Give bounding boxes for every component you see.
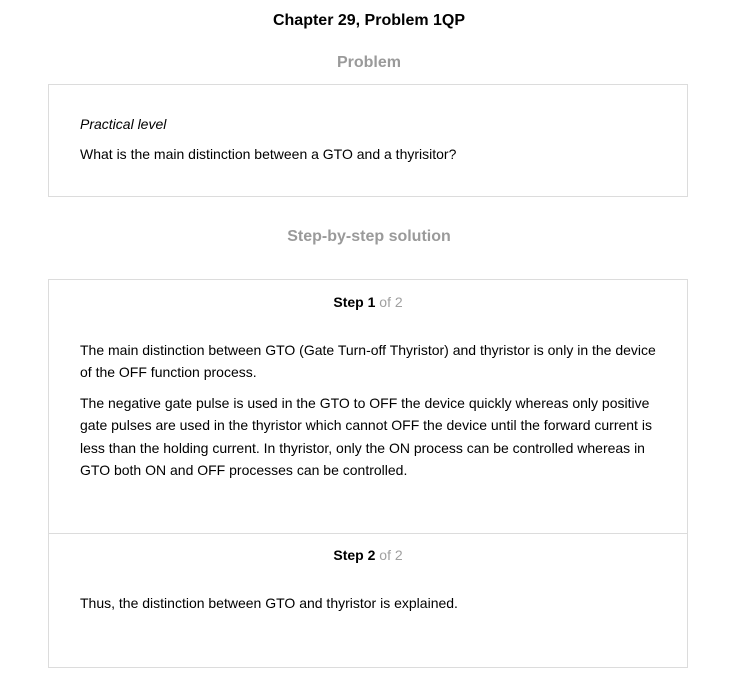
step-2-paragraph-1: Thus, the distinction between GTO and th… bbox=[80, 595, 458, 611]
step-1-paragraph-2: The negative gate pulse is used in the G… bbox=[80, 394, 652, 479]
problem-heading: Problem bbox=[336, 54, 401, 71]
problem-box: Practical level What is the main distinc… bbox=[48, 84, 688, 197]
step-2-header: Step 2 of 2 bbox=[49, 546, 687, 564]
step-2: Step 2 of 2 Thus, the distinction betwee… bbox=[49, 533, 687, 668]
step-2-body: Thus, the distinction between GTO and th… bbox=[80, 592, 665, 622]
solution-heading: Step-by-step solution bbox=[287, 228, 451, 245]
step-2-of-total: of 2 bbox=[379, 547, 403, 563]
step-2-number: 2 bbox=[367, 547, 376, 563]
step-1-label: Step bbox=[333, 294, 364, 310]
step-2-label: Step bbox=[333, 547, 364, 563]
problem-level: Practical level bbox=[80, 116, 167, 132]
problem-question: What is the main distinction between a G… bbox=[80, 146, 457, 162]
step-1: Step 1 of 2 The main distinction between… bbox=[49, 280, 687, 533]
page-title: Chapter 29, Problem 1QP bbox=[272, 12, 466, 29]
step-1-body: The main distinction between GTO (Gate T… bbox=[80, 339, 665, 489]
step-1-header: Step 1 of 2 bbox=[49, 293, 687, 311]
step-1-of-total: of 2 bbox=[379, 294, 403, 310]
step-1-paragraph-1: The main distinction between GTO (Gate T… bbox=[80, 342, 656, 381]
step-1-number: 1 bbox=[367, 294, 376, 310]
solution-box: Step 1 of 2 The main distinction between… bbox=[48, 279, 688, 668]
